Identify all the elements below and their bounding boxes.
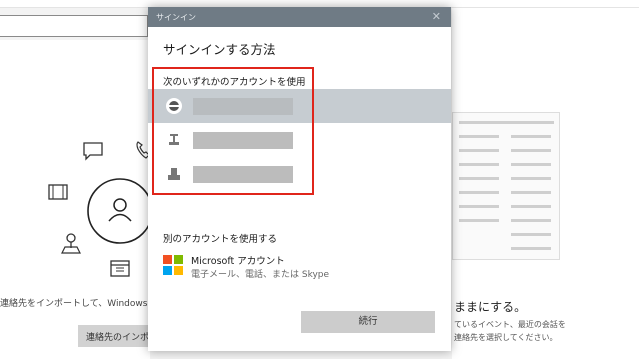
account-avatar-icon [169, 134, 179, 145]
dialog-heading: サインインする方法 [163, 42, 276, 57]
person-circle-icon [87, 178, 153, 244]
preview-thumbnail [452, 112, 560, 260]
continue-button[interactable]: 続行 [301, 311, 435, 333]
account-option-1[interactable] [148, 89, 451, 123]
account-name-redacted [193, 132, 293, 149]
account-section-label: 次のいずれかのアカウントを使用 [163, 77, 306, 88]
chat-bubble-icon [83, 142, 103, 161]
right-line-2: 連絡先を選択してください。 [454, 333, 558, 342]
account-avatar-icon [166, 98, 182, 114]
map-pin-icon [61, 233, 81, 254]
search-box[interactable] [0, 15, 148, 37]
film-icon [48, 184, 68, 200]
close-icon[interactable]: ✕ [432, 10, 441, 23]
microsoft-logo-icon [163, 255, 183, 275]
account-name-redacted [193, 98, 293, 115]
import-hint: 連絡先をインポートして、Windows 全体 [0, 299, 169, 309]
account-avatar-icon [168, 168, 180, 180]
microsoft-account-title: Microsoft アカウント [191, 256, 285, 267]
account-name-redacted [193, 166, 293, 183]
signin-dialog: サインイン ✕ サインインする方法 次のいずれかのアカウントを使用 別のアカウン… [148, 7, 451, 351]
dialog-title: サインイン [156, 13, 196, 22]
account-option-3[interactable] [148, 157, 451, 191]
account-option-2[interactable] [148, 123, 451, 157]
microsoft-account-option[interactable]: Microsoft アカウント 電子メール、電話、または Skype [163, 253, 363, 283]
other-account-label: 別のアカウントを使用する [163, 234, 278, 245]
dialog-titlebar: サインイン ✕ [148, 7, 451, 27]
calendar-icon [110, 260, 130, 277]
right-heading: ままにする。 [454, 300, 527, 314]
microsoft-account-subtitle: 電子メール、電話、または Skype [191, 270, 330, 280]
right-line-1: ているイベント、最近の会話を [454, 320, 566, 329]
import-contacts-button[interactable]: 連絡先のインポー [78, 325, 158, 347]
